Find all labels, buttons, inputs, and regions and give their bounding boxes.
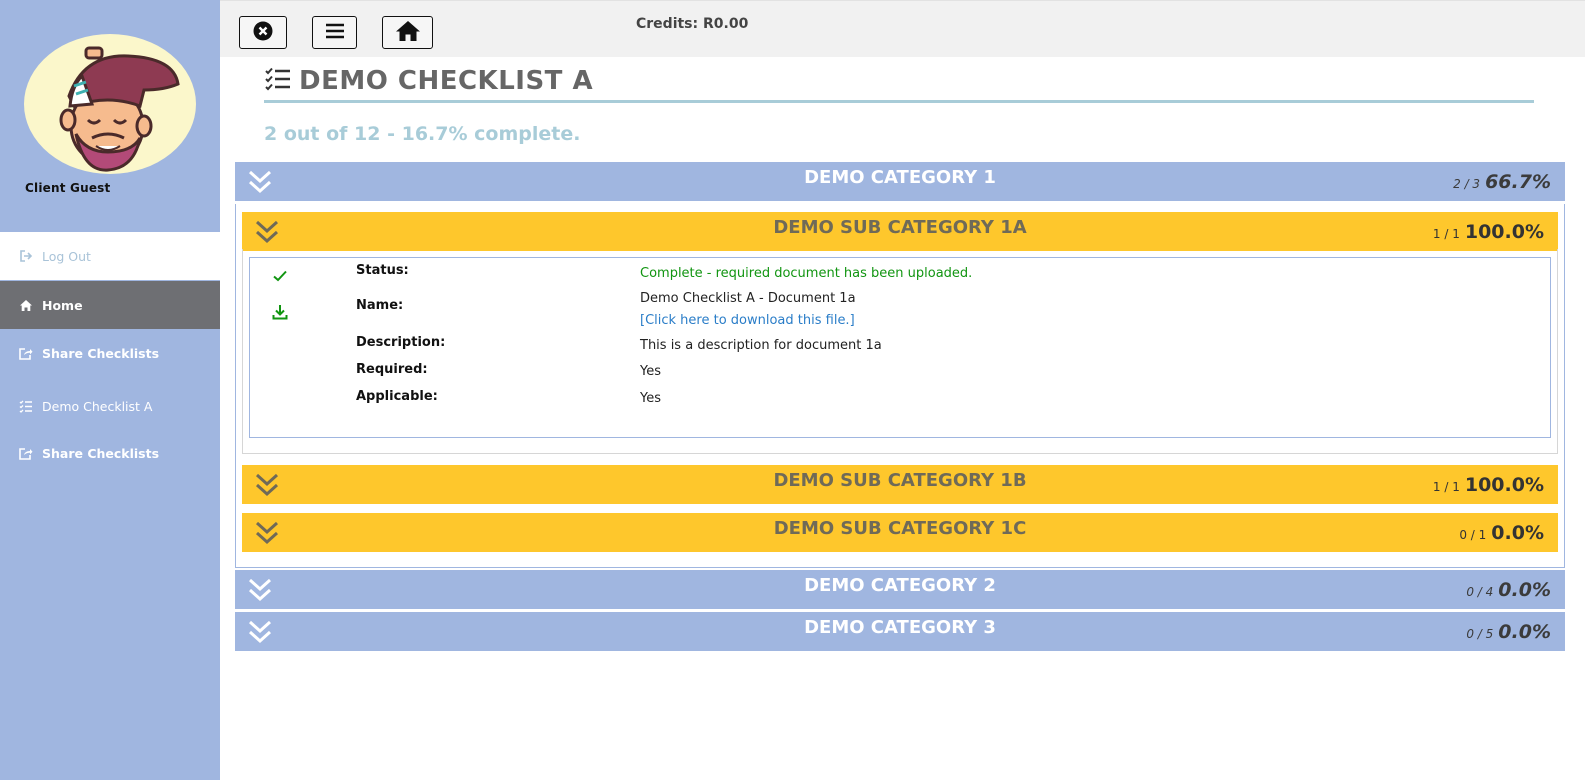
category-fraction: 0 / 5 — [1466, 627, 1494, 641]
subcategory-stats: 0 / 1 0.0% — [1459, 522, 1544, 544]
subcategory-header-1c[interactable]: DEMO SUB CATEGORY 1C 0 / 1 0.0% — [242, 513, 1558, 552]
user-name: Client Guest — [25, 181, 111, 195]
subcategory-fraction: 1 / 1 — [1432, 227, 1460, 241]
credits-balance: Credits: R0.00 — [636, 16, 749, 32]
subcategory-title: DEMO SUB CATEGORY 1A — [773, 217, 1027, 238]
checklist-icon — [265, 67, 291, 95]
sidebar-item-label: Share Checklists — [42, 345, 160, 361]
subcategory-header-1a[interactable]: DEMO SUB CATEGORY 1A 1 / 1 100.0% — [242, 212, 1558, 251]
subcategory-title: DEMO SUB CATEGORY 1C — [773, 518, 1027, 539]
avatar — [24, 34, 196, 174]
sidebar-item-demo-checklist-a[interactable]: Demo Checklist A — [0, 382, 220, 430]
download-link[interactable]: [Click here to download this file.] — [640, 313, 855, 328]
home-icon — [18, 297, 34, 313]
menu-button[interactable] — [312, 16, 357, 49]
check-icon — [273, 270, 287, 282]
title-divider — [264, 100, 1534, 103]
menu-icon — [325, 23, 345, 43]
home-icon — [395, 20, 421, 46]
category-fraction: 2 / 3 — [1453, 177, 1481, 191]
profile-panel: Client Guest — [0, 0, 220, 232]
home-button[interactable] — [382, 16, 433, 49]
required-value: Yes — [640, 364, 661, 379]
close-icon — [253, 21, 273, 45]
category-percent: 0.0% — [1498, 621, 1551, 643]
sidebar-item-home[interactable]: Home — [0, 281, 220, 329]
description-label: Description: — [356, 335, 446, 350]
subcategory-stats: 1 / 1 100.0% — [1433, 221, 1544, 243]
category-stats: 2 / 3 66.7% — [1453, 171, 1551, 193]
name-label: Name: — [356, 298, 404, 313]
share-icon — [18, 445, 34, 461]
share-icon — [18, 345, 34, 361]
sidebar-item-label: Home — [42, 297, 83, 313]
download-icon[interactable] — [272, 304, 288, 320]
sidebar-item-share-checklists[interactable]: Share Checklists — [0, 429, 220, 477]
subcategory-percent: 0.0% — [1491, 522, 1544, 544]
sidebar-item-label: Log Out — [42, 248, 91, 264]
sidebar-item-label: Share Checklists — [42, 445, 160, 461]
page-title-text: DEMO CHECKLIST A — [299, 66, 594, 96]
subcategory-header-1b[interactable]: DEMO SUB CATEGORY 1B 1 / 1 100.0% — [242, 465, 1558, 504]
required-label: Required: — [356, 362, 428, 377]
sidebar-item-label: Demo Checklist A — [42, 398, 153, 414]
sign-out-icon — [18, 248, 34, 264]
overall-progress: 2 out of 12 - 16.7% complete. — [264, 123, 581, 145]
category-header-3[interactable]: DEMO CATEGORY 3 0 / 5 0.0% — [235, 612, 1565, 651]
close-button[interactable] — [239, 16, 287, 49]
category-stats: 0 / 5 0.0% — [1466, 621, 1551, 643]
checklist-icon — [18, 398, 34, 414]
status-value: Complete - required document has been up… — [640, 266, 973, 281]
category-title: DEMO CATEGORY 1 — [804, 167, 996, 188]
category-title: DEMO CATEGORY 3 — [804, 617, 996, 638]
subcategory-percent: 100.0% — [1464, 221, 1544, 243]
category-fraction: 0 / 4 — [1466, 585, 1494, 599]
subcategory-percent: 100.0% — [1464, 474, 1544, 496]
sidebar-item-log-out[interactable]: Log Out — [0, 232, 220, 280]
document-name: Demo Checklist A - Document 1a — [640, 291, 856, 306]
top-bar: Credits: R0.00 — [220, 0, 1585, 57]
category-percent: 66.7% — [1485, 171, 1551, 193]
applicable-value: Yes — [640, 391, 661, 406]
category-title: DEMO CATEGORY 2 — [804, 575, 996, 596]
category-stats: 0 / 4 0.0% — [1466, 579, 1551, 601]
page-title: DEMO CHECKLIST A — [265, 66, 593, 96]
sidebar: Client Guest Log Out Home Share Checklis… — [0, 0, 220, 780]
subcategory-fraction: 0 / 1 — [1459, 528, 1487, 542]
applicable-label: Applicable: — [356, 389, 438, 404]
status-label: Status: — [356, 263, 409, 278]
category-percent: 0.0% — [1498, 579, 1551, 601]
sidebar-item-share-checklists[interactable]: Share Checklists — [0, 329, 220, 377]
category-header-2[interactable]: DEMO CATEGORY 2 0 / 4 0.0% — [235, 570, 1565, 609]
subcategory-title: DEMO SUB CATEGORY 1B — [773, 470, 1027, 491]
description-value: This is a description for document 1a — [640, 338, 882, 353]
subcategory-stats: 1 / 1 100.0% — [1433, 474, 1544, 496]
category-header-1[interactable]: DEMO CATEGORY 1 2 / 3 66.7% — [235, 162, 1565, 201]
subcategory-fraction: 1 / 1 — [1432, 480, 1460, 494]
